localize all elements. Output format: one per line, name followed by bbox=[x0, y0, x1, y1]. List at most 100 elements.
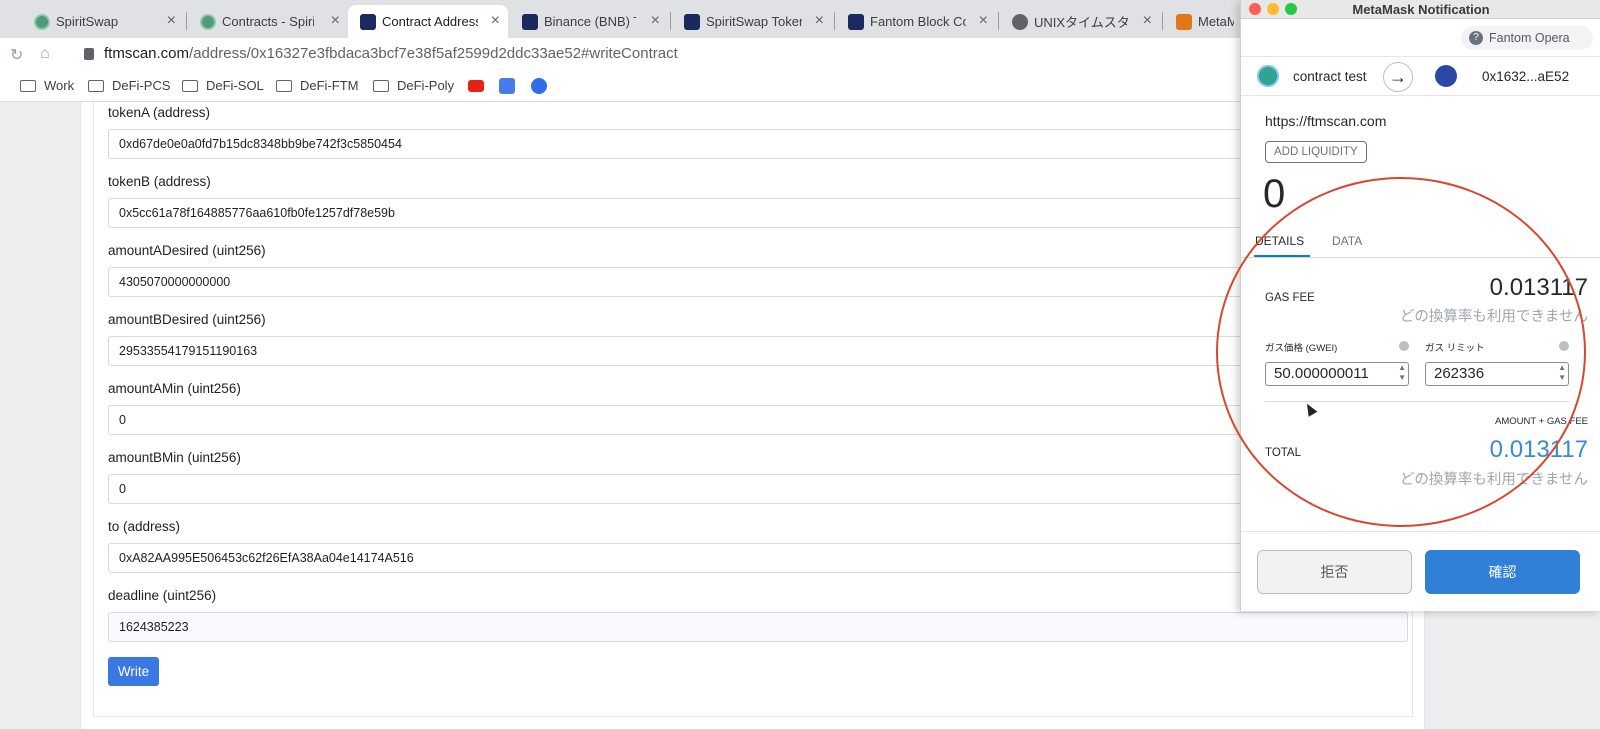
close-icon[interactable]: × bbox=[331, 12, 340, 30]
bookmark-label: DeFi-FTM bbox=[300, 78, 359, 93]
gas-fee-conversion-note: どの換算率も利用できません bbox=[1399, 309, 1588, 325]
stepper-icon[interactable]: ▲ ▼ bbox=[1398, 363, 1406, 383]
close-icon[interactable]: × bbox=[979, 12, 988, 30]
metamask-notification-window: MetaMask Notification ? Fantom Opera con… bbox=[1240, 0, 1600, 611]
info-icon[interactable] bbox=[1559, 341, 1569, 351]
amountBMin-input[interactable]: 0 bbox=[108, 474, 1408, 504]
bookmark-defi-pcs[interactable]: DeFi-PCS bbox=[88, 78, 171, 93]
reject-button[interactable]: 拒否 bbox=[1257, 550, 1412, 594]
tab-spiritswap-token[interactable]: SpiritSwap Token × bbox=[672, 5, 832, 38]
tab-title: Contract Address bbox=[382, 14, 478, 29]
tab-title: Contracts - Spirit bbox=[222, 14, 314, 29]
to-account-address[interactable]: 0x1632...aE52 bbox=[1482, 69, 1569, 84]
bookmark-app-icon[interactable] bbox=[531, 78, 547, 94]
spirit-icon bbox=[34, 14, 50, 30]
ftmscan-icon bbox=[848, 14, 864, 30]
gas-fee-value: 0.013117 bbox=[1489, 274, 1588, 301]
url-domain: ftmscan.com bbox=[104, 45, 190, 62]
youtube-icon[interactable] bbox=[468, 80, 484, 92]
ftmscan-icon bbox=[684, 14, 700, 30]
tab-data[interactable]: DATA bbox=[1332, 234, 1362, 248]
total-conversion-note: どの換算率も利用できません bbox=[1399, 472, 1588, 488]
write-button[interactable]: Write bbox=[108, 657, 159, 686]
close-icon[interactable]: × bbox=[167, 12, 176, 30]
tab-binance[interactable]: Binance (BNB) To × bbox=[510, 5, 668, 38]
stepper-icon[interactable]: ▲ ▼ bbox=[1558, 363, 1566, 383]
tab-title: Binance (BNB) To bbox=[544, 14, 636, 29]
bookmark-label: DeFi-SOL bbox=[206, 78, 264, 93]
lock-icon[interactable] bbox=[84, 48, 94, 60]
tab-contracts-spirit[interactable]: Contracts - Spirit × bbox=[188, 5, 348, 38]
bookmark-defi-ftm[interactable]: DeFi-FTM bbox=[276, 78, 359, 93]
field-label-amountBMin: amountBMin (uint256) bbox=[108, 450, 241, 465]
field-label-amountADesired: amountADesired (uint256) bbox=[108, 243, 266, 258]
close-icon[interactable]: × bbox=[491, 12, 500, 30]
transaction-amount: 0 bbox=[1263, 172, 1286, 216]
info-icon[interactable] bbox=[1399, 341, 1409, 351]
tab-title: SpiritSwap bbox=[56, 14, 119, 29]
amount-gas-label: AMOUNT + GAS FEE bbox=[1495, 416, 1588, 427]
origin-url: https://ftmscan.com bbox=[1265, 113, 1387, 129]
details-tabs: DETAILS DATA bbox=[1241, 226, 1600, 258]
active-tab-indicator bbox=[1254, 255, 1310, 257]
window-title: MetaMask Notification bbox=[1352, 2, 1490, 17]
network-selector[interactable]: ? Fantom Opera bbox=[1461, 26, 1593, 50]
amountAMin-input[interactable]: 0 bbox=[108, 405, 1408, 435]
arrow-right-icon: → bbox=[1383, 62, 1413, 92]
tab-metamask[interactable]: MetaMas bbox=[1164, 5, 1244, 38]
gas-limit-input[interactable]: 262336 ▲ ▼ bbox=[1425, 362, 1569, 386]
tab-details[interactable]: DETAILS bbox=[1255, 234, 1304, 248]
confirm-button[interactable]: 確認 bbox=[1425, 550, 1580, 594]
amountBDesired-input[interactable]: 29533554179151190163 bbox=[108, 336, 1408, 366]
close-icon[interactable]: × bbox=[1143, 12, 1152, 30]
metamask-fox-icon bbox=[1176, 14, 1192, 30]
action-footer: 拒否 確認 bbox=[1241, 531, 1600, 611]
gas-price-label: ガス価格 (GWEI) bbox=[1265, 343, 1338, 354]
deadline-input[interactable]: 1624385223 bbox=[108, 612, 1408, 642]
bookmark-label: DeFi-PCS bbox=[112, 78, 171, 93]
tokenA-input[interactable]: 0xd67de0e0a0fd7b15dc8348bb9be742f3c58504… bbox=[108, 129, 1408, 159]
tab-contract-address[interactable]: Contract Address × bbox=[348, 5, 508, 38]
amountADesired-input[interactable]: 4305070000000000 bbox=[108, 267, 1408, 297]
to-address-input[interactable]: 0xA82AA995E506453c62f26EfA38Aa04e14174A5… bbox=[108, 543, 1408, 573]
address-bar[interactable]: ftmscan.com/address/0x16327e3fbdaca3bcf7… bbox=[104, 45, 678, 62]
translate-icon[interactable] bbox=[499, 78, 515, 94]
gas-price-value: 50.000000011 bbox=[1274, 365, 1369, 382]
bookmark-defi-poly[interactable]: DeFi-Poly bbox=[373, 78, 454, 93]
from-account-avatar bbox=[1257, 65, 1279, 87]
home-icon[interactable]: ⌂ bbox=[40, 45, 50, 63]
spirit-icon bbox=[200, 14, 216, 30]
field-label-amountAMin: amountAMin (uint256) bbox=[108, 381, 241, 396]
tab-unix-time[interactable]: UNIXタイムスタン × bbox=[1000, 5, 1160, 38]
tab-title: Fantom Block Co bbox=[870, 14, 966, 29]
bookmark-label: Work bbox=[44, 78, 75, 93]
reload-icon[interactable]: ↻ bbox=[10, 45, 23, 65]
folder-icon bbox=[20, 79, 36, 92]
tab-title: UNIXタイムスタン bbox=[1034, 15, 1130, 30]
close-icon[interactable]: × bbox=[651, 12, 660, 30]
close-icon[interactable]: × bbox=[815, 12, 824, 30]
help-icon: ? bbox=[1469, 31, 1483, 45]
field-label-to: to (address) bbox=[108, 519, 181, 534]
window-titlebar: MetaMask Notification bbox=[1241, 0, 1600, 19]
folder-icon bbox=[373, 79, 389, 92]
field-label-tokenA: tokenA (address) bbox=[108, 105, 211, 120]
tab-spiritswap[interactable]: SpiritSwap × bbox=[22, 5, 184, 38]
field-label-amountBDesired: amountBDesired (uint256) bbox=[108, 312, 266, 327]
tab-fantom-block[interactable]: Fantom Block Co × bbox=[836, 5, 996, 38]
folder-icon bbox=[276, 79, 292, 92]
folder-icon bbox=[88, 79, 104, 92]
total-value: 0.013117 bbox=[1489, 436, 1588, 463]
bookmark-label: DeFi-Poly bbox=[397, 78, 455, 93]
tab-title: SpiritSwap Token bbox=[706, 14, 802, 29]
gas-limit-value: 262336 bbox=[1434, 365, 1485, 382]
ftmscan-icon bbox=[360, 14, 376, 30]
from-account-name[interactable]: contract test bbox=[1293, 69, 1367, 84]
tokenB-input[interactable]: 0x5cc61a78f164885776aa610fb0fe1257df78e5… bbox=[108, 198, 1408, 228]
network-name: Fantom Opera bbox=[1489, 31, 1570, 45]
bookmark-work[interactable]: Work bbox=[20, 78, 74, 93]
url-path: /address/0x16327e3fbdaca3bcf7e38f5af2599… bbox=[189, 45, 678, 62]
field-label-deadline: deadline (uint256) bbox=[108, 588, 217, 603]
gas-price-input[interactable]: 50.000000011 ▲ ▼ bbox=[1265, 362, 1409, 386]
bookmark-defi-sol[interactable]: DeFi-SOL bbox=[182, 78, 264, 93]
